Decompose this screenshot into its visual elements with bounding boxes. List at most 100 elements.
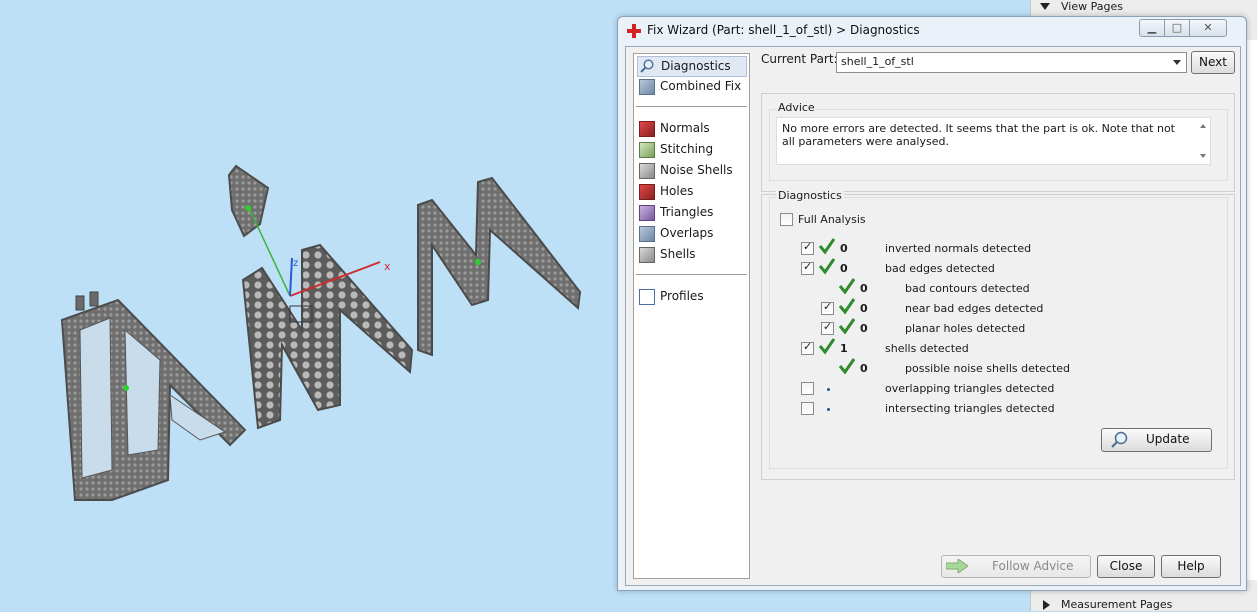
row-count: 0 (840, 242, 848, 255)
magnifier-icon (640, 59, 654, 73)
row-label: bad contours detected (905, 282, 1030, 295)
magnifier-icon (1111, 431, 1128, 448)
nav-label: Normals (660, 121, 710, 135)
current-part-label: Current Part: (761, 52, 838, 66)
row-checkbox[interactable] (801, 382, 814, 395)
nav-item-profiles[interactable]: Profiles (637, 287, 745, 306)
row-label: possible noise shells detected (905, 362, 1071, 375)
update-button[interactable]: Update (1101, 428, 1212, 452)
view-pages-header[interactable]: View Pages (1031, 0, 1257, 14)
current-part-select[interactable]: shell_1_of_stl (836, 52, 1187, 73)
row-checkbox[interactable] (801, 340, 814, 355)
row-count: 1 (840, 342, 848, 355)
row-checkbox[interactable] (821, 320, 834, 335)
combined-fix-icon (639, 79, 655, 95)
nav-item-noise-shells[interactable]: Noise Shells (637, 161, 745, 180)
wizard-nav: Diagnostics Combined Fix Normals Stitchi… (633, 53, 750, 579)
ok-check-icon (838, 318, 856, 335)
overlaps-icon (639, 226, 655, 242)
current-part-value: shell_1_of_stl (841, 55, 914, 68)
row-count: 0 (840, 262, 848, 275)
scroll-down-icon[interactable] (1200, 154, 1206, 158)
scroll-up-icon[interactable] (1200, 124, 1206, 128)
nav-label: Triangles (660, 205, 714, 219)
nav-item-stitching[interactable]: Stitching (637, 140, 745, 159)
pending-dot-icon (827, 408, 830, 411)
full-analysis-checkbox[interactable] (780, 213, 793, 226)
normals-icon (639, 121, 655, 137)
ok-check-icon (838, 358, 856, 375)
row-count: 0 (860, 362, 868, 375)
noise-shells-icon (639, 163, 655, 179)
row-count: 0 (860, 282, 868, 295)
ok-check-icon (838, 298, 856, 315)
diagnostics-title: Diagnostics (776, 189, 844, 202)
measurement-pages-label: Measurement Pages (1061, 598, 1173, 611)
nav-label: Holes (660, 184, 694, 198)
axis-x-label: x (384, 260, 391, 273)
maximize-icon: □ (1171, 21, 1183, 34)
dialog-title: Fix Wizard (Part: shell_1_of_stl) > Diag… (647, 23, 920, 37)
next-button[interactable]: Next (1191, 51, 1235, 74)
follow-advice-button[interactable]: Follow Advice (941, 555, 1091, 578)
nav-item-triangles[interactable]: Triangles (637, 203, 745, 222)
nav-item-normals[interactable]: Normals (637, 119, 745, 138)
row-count: 0 (860, 302, 868, 315)
diagnostics-group: Diagnostics Full Analysis 0 inverted nor… (769, 189, 1228, 469)
close-icon: ✕ (1203, 21, 1213, 34)
holes-icon (639, 184, 655, 200)
help-button[interactable]: Help (1161, 555, 1221, 578)
row-checkbox[interactable] (801, 402, 814, 415)
advice-text: No more errors are detected. It seems th… (782, 122, 1175, 148)
minimize-button[interactable]: ▁ (1139, 19, 1165, 37)
profiles-icon (639, 289, 655, 305)
nav-divider (636, 106, 747, 107)
minimize-icon: ▁ (1147, 21, 1157, 34)
row-label: planar holes detected (905, 322, 1026, 335)
nav-item-holes[interactable]: Holes (637, 182, 745, 201)
row-checkbox[interactable] (821, 300, 834, 315)
nav-label: Noise Shells (660, 163, 733, 177)
nav-label: Profiles (660, 289, 704, 303)
dropdown-arrow-icon (1173, 60, 1181, 65)
update-label: Update (1146, 432, 1190, 446)
collapse-triangle-icon (1043, 600, 1050, 610)
part-right (417, 176, 582, 357)
row-label: near bad edges detected (905, 302, 1044, 315)
row-checkbox[interactable] (801, 240, 814, 255)
triangles-icon (639, 205, 655, 221)
nav-item-overlaps[interactable]: Overlaps (637, 224, 745, 243)
dialog-client: Diagnostics Combined Fix Normals Stitchi… (625, 46, 1241, 586)
nav-item-shells[interactable]: Shells (637, 245, 745, 264)
pending-dot-icon (827, 388, 830, 391)
follow-advice-label: Follow Advice (992, 559, 1074, 573)
dialog-titlebar[interactable]: Fix Wizard (Part: shell_1_of_stl) > Diag… (618, 17, 1246, 45)
close-window-button[interactable]: ✕ (1189, 19, 1227, 37)
nav-label: Shells (660, 247, 696, 261)
ok-check-icon (818, 338, 836, 355)
row-label: intersecting triangles detected (885, 402, 1055, 415)
red-cross-icon (627, 24, 641, 38)
part-tag (227, 164, 270, 238)
maximize-button[interactable]: □ (1164, 19, 1190, 37)
nav-divider (636, 274, 747, 275)
row-count: 0 (860, 322, 868, 335)
row-label: overlapping triangles detected (885, 382, 1055, 395)
measurement-pages-header[interactable]: Measurement Pages (1031, 597, 1257, 611)
stitching-icon (639, 142, 655, 158)
axis-z-label: z (293, 258, 298, 269)
nav-label: Diagnostics (661, 59, 731, 73)
row-label: shells detected (885, 342, 969, 355)
shells-icon (639, 247, 655, 263)
ok-check-icon (818, 238, 836, 255)
row-checkbox[interactable] (801, 260, 814, 275)
nav-label: Combined Fix (660, 79, 742, 93)
part-left (60, 291, 247, 501)
advice-textbox: No more errors are detected. It seems th… (776, 117, 1211, 165)
nav-item-diagnostics[interactable]: Diagnostics (637, 56, 747, 77)
nav-item-combined-fix[interactable]: Combined Fix (637, 77, 745, 96)
ok-check-icon (838, 278, 856, 295)
close-button[interactable]: Close (1097, 555, 1155, 578)
expand-triangle-icon (1040, 3, 1050, 10)
nav-label: Stitching (660, 142, 714, 156)
